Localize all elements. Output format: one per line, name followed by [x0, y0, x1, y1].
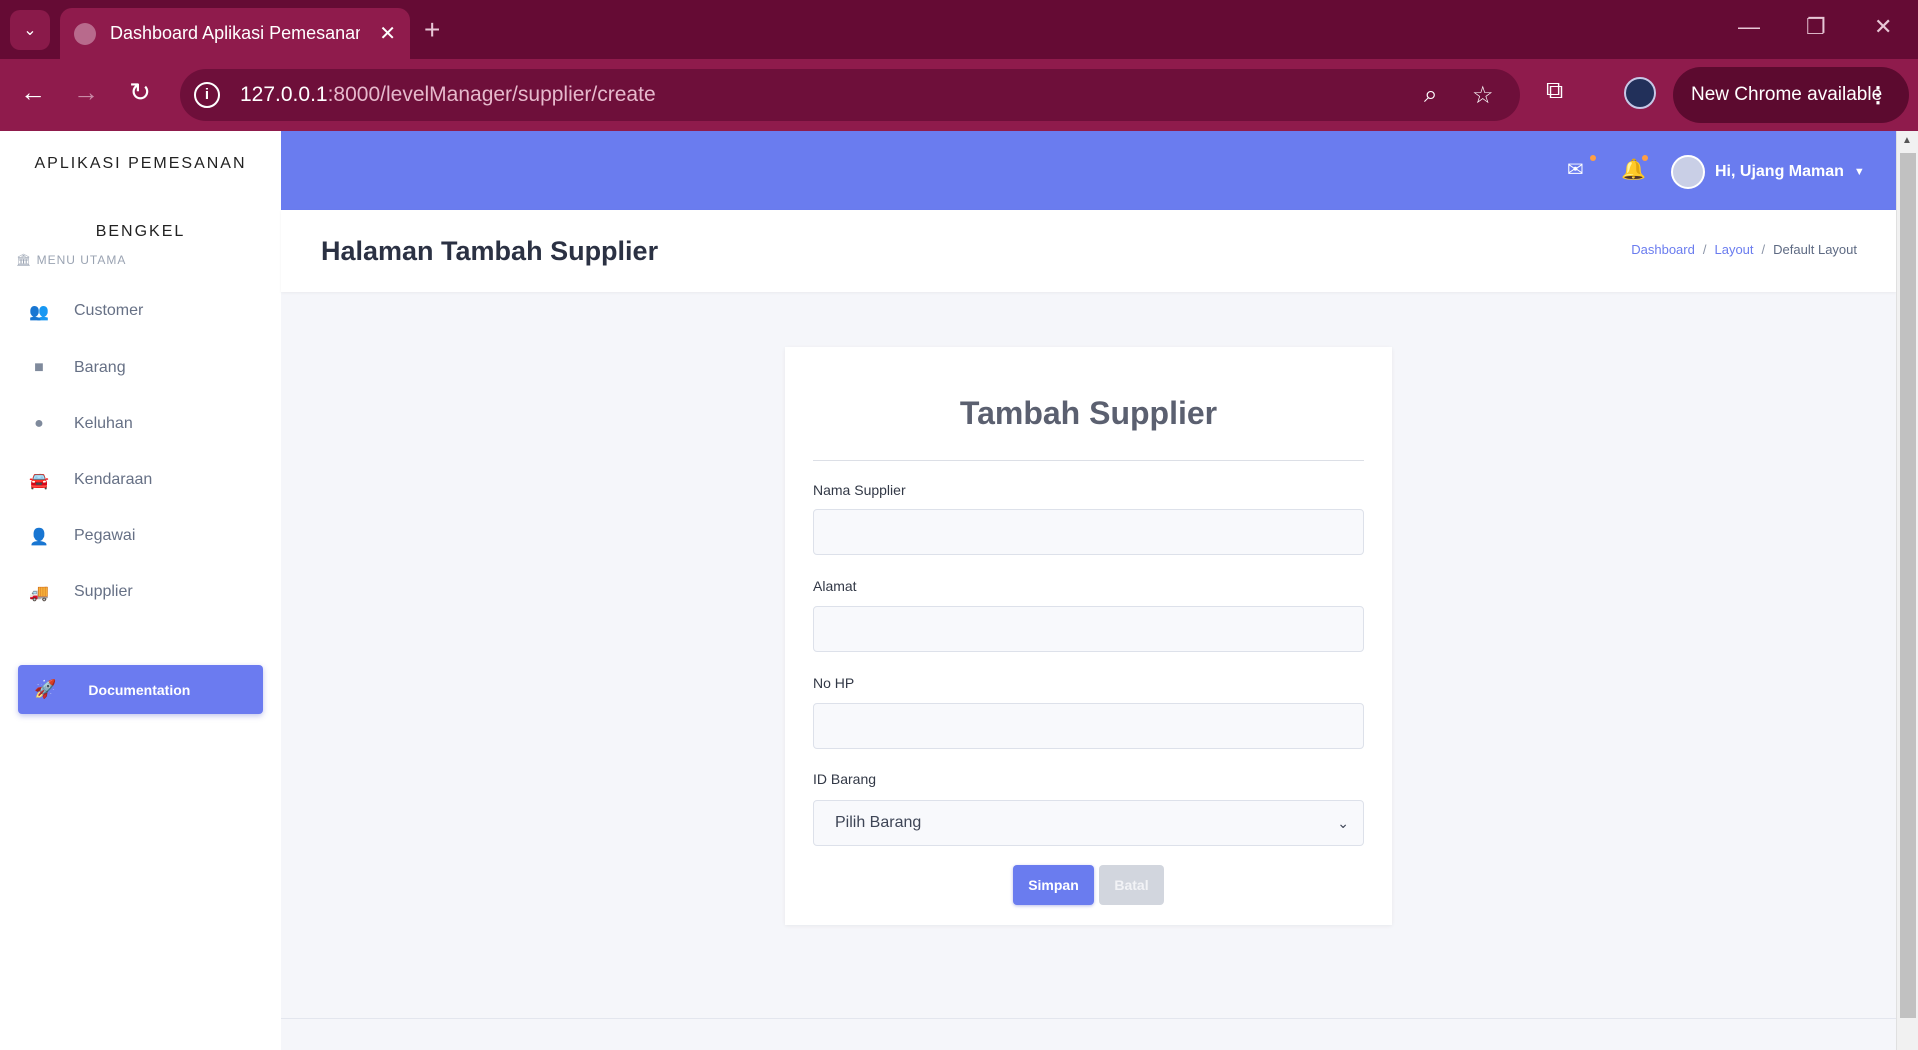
minimize-icon[interactable]: — [1738, 14, 1760, 40]
sidebar-item-label: Supplier [74, 583, 133, 600]
sidebar-item-kendaraan[interactable]: 🚘 Kendaraan [0, 460, 281, 500]
users-icon: 👥 [29, 304, 49, 321]
sidebar-item-pegawai[interactable]: 👤 Pegawai [0, 516, 281, 556]
sidebar-item-label: Kendaraan [74, 471, 153, 488]
user-menu[interactable]: Hi, Ujang Maman ▼ [1671, 155, 1865, 189]
bookmark-star-icon[interactable]: ☆ [1472, 81, 1494, 110]
new-tab-button[interactable]: + [424, 14, 440, 46]
truck-icon: 🚚 [29, 585, 49, 602]
bell-notification-dot [1642, 155, 1648, 161]
box-icon: ■ [34, 359, 44, 376]
car-icon: 🚘 [29, 473, 49, 490]
form-card: Tambah Supplier Nama Supplier Alamat No … [785, 347, 1392, 925]
nama-supplier-input[interactable] [813, 509, 1364, 555]
breadcrumb-dashboard[interactable]: Dashboard [1631, 242, 1695, 257]
brand-subtitle: BENGKEL [95, 223, 186, 240]
footer-divider [281, 1018, 1896, 1019]
sidebar-item-keluhan[interactable]: ● Keluhan [0, 404, 281, 444]
sidebar: APLIKASI PEMESANAN BENGKEL 🏛 MENU UTAMA … [0, 131, 281, 1050]
browser-toolbar: ← → ↻ i 127.0.0.1:8000/levelManager/supp… [0, 59, 1918, 131]
more-vert-icon[interactable]: ⋮ [1867, 82, 1889, 108]
chevron-down-icon: ⌄ [1337, 814, 1349, 831]
breadcrumb: Dashboard / Layout / Default Layout [1631, 242, 1857, 257]
tab-close-icon[interactable]: ✕ [379, 21, 396, 46]
restore-icon[interactable]: ❐ [1806, 14, 1826, 40]
id-barang-select[interactable]: Pilih Barang ⌄ [813, 800, 1364, 846]
breadcrumb-current: Default Layout [1773, 242, 1857, 257]
app-topbar: ✉ 🔔 Hi, Ujang Maman ▼ [281, 131, 1896, 210]
caret-down-icon: ▼ [1853, 166, 1865, 178]
menu-heading: 🏛 MENU UTAMA [16, 253, 127, 267]
sidebar-item-label: Pegawai [74, 527, 136, 544]
scrollbar[interactable]: ▲ [1896, 131, 1918, 1050]
alamat-input[interactable] [813, 606, 1364, 652]
sidebar-item-customer[interactable]: 👥 Customer [0, 291, 281, 331]
sidebar-item-supplier[interactable]: 🚚 Supplier [0, 572, 281, 612]
site-info-icon[interactable]: i [194, 82, 220, 108]
brand-title: APLIKASI PEMESANAN [34, 155, 247, 172]
user-greeting: Hi, Ujang Maman [1715, 163, 1844, 180]
close-window-icon[interactable]: ✕ [1874, 14, 1892, 40]
browser-tab[interactable]: Dashboard Aplikasi Pemesanan ✕ [60, 8, 410, 59]
profile-avatar[interactable] [1624, 77, 1656, 109]
zoom-icon[interactable]: ⌕ [1424, 81, 1437, 109]
tab-search-button[interactable]: ⌄ [10, 10, 50, 50]
sidebar-item-label: Keluhan [74, 415, 133, 432]
back-icon[interactable]: ← [15, 77, 51, 108]
avatar [1671, 155, 1705, 189]
new-chrome-button[interactable]: New Chrome available ⋮ [1673, 67, 1909, 123]
no-hp-label: No HP [813, 675, 855, 691]
bank-icon: 🏛 [16, 253, 33, 267]
documentation-label: Documentation [88, 681, 191, 698]
select-value: Pilih Barang [835, 814, 922, 831]
breadcrumb-layout[interactable]: Layout [1714, 242, 1753, 257]
browser-tabbar: ⌄ Dashboard Aplikasi Pemesanan ✕ + — ❐ ✕ [0, 0, 1918, 59]
no-hp-input[interactable] [813, 703, 1364, 749]
envelope-icon[interactable]: ✉ [1567, 157, 1584, 182]
rocket-icon: 🚀 [34, 679, 57, 699]
reload-icon[interactable]: ↻ [122, 77, 158, 108]
user-tie-icon: 👤 [29, 529, 49, 546]
id-barang-label: ID Barang [813, 771, 877, 787]
scroll-up-arrow-icon[interactable]: ▲ [1902, 135, 1912, 146]
globe-icon [74, 22, 96, 45]
forward-icon[interactable]: → [68, 77, 104, 108]
scroll-thumb[interactable] [1900, 153, 1916, 1018]
alert-icon: ● [34, 415, 44, 432]
new-chrome-label: New Chrome available [1691, 84, 1883, 105]
divider [813, 460, 1364, 461]
chevron-down-icon: ⌄ [23, 22, 37, 39]
extensions-icon[interactable]: ⧉ [1546, 77, 1563, 105]
sidebar-item-label: Barang [74, 359, 126, 376]
page-header: Halaman Tambah Supplier Dashboard / Layout… [281, 210, 1896, 292]
sidebar-item-label: Customer [74, 302, 144, 319]
sidebar-item-barang[interactable]: ■ Barang [0, 348, 281, 388]
form-title: Tambah Supplier [959, 395, 1218, 431]
mail-notification-dot [1590, 155, 1596, 161]
cancel-button[interactable]: Batal [1099, 865, 1164, 905]
page-title: Halaman Tambah Supplier [321, 236, 659, 266]
documentation-button[interactable]: 🚀 Documentation [18, 665, 263, 714]
url-text[interactable]: 127.0.0.1:8000/levelManager/supplier/cre… [240, 83, 656, 107]
alamat-label: Alamat [813, 578, 857, 594]
nama-supplier-label: Nama Supplier [813, 482, 906, 498]
tab-title: Dashboard Aplikasi Pemesanan [110, 23, 360, 43]
bell-icon[interactable]: 🔔 [1621, 157, 1646, 182]
save-button[interactable]: Simpan [1013, 865, 1094, 905]
address-bar[interactable]: i 127.0.0.1:8000/levelManager/supplier/c… [180, 69, 1520, 121]
